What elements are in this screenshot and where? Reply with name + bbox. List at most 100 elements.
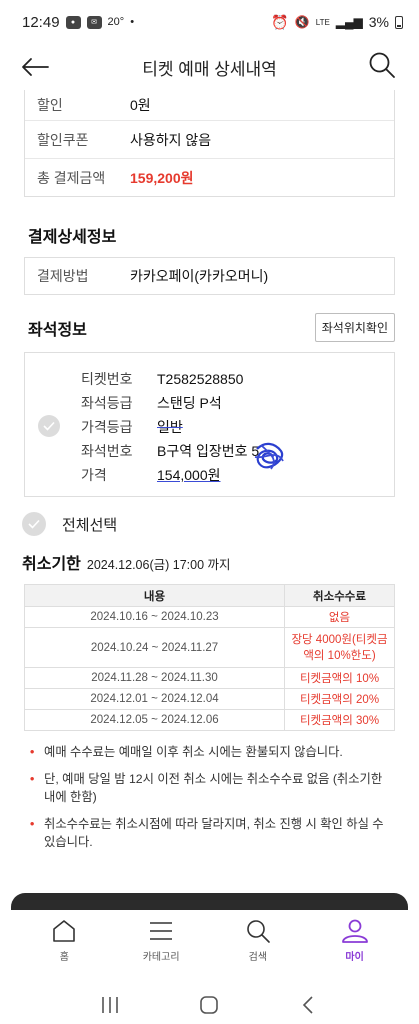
tab-home-label: 홈	[59, 952, 69, 963]
status-dot: •	[130, 16, 135, 28]
system-nav-bar	[0, 985, 419, 1024]
redaction-scribble	[254, 442, 284, 470]
status-temperature: 20°	[107, 16, 125, 28]
price-grade-value: 일반	[157, 419, 183, 435]
arrow-left-icon	[22, 58, 49, 76]
tab-category-label: 카테고리	[142, 952, 180, 963]
period-cell: 2024.12.01 ~ 2024.12.04	[24, 688, 285, 710]
cancel-deadline: 취소기한 2024.12.06(금) 17:00 까지	[22, 550, 397, 574]
app-header: 티켓 예매 상세내역	[0, 44, 419, 90]
seat-number-label: 좌석번호	[81, 443, 133, 459]
cancel-fee-table: 내용 취소수수료 2024.10.16 ~ 2024.10.23 없음 2024…	[24, 584, 395, 731]
status-network: LTE	[315, 17, 330, 27]
price-row: 가격 154,000원	[81, 463, 259, 487]
page-title: 티켓 예매 상세내역	[142, 59, 277, 79]
coupon-row: 할인쿠폰 사용하지 않음	[25, 120, 394, 158]
fee-cell: 없음	[284, 606, 395, 628]
search-icon	[247, 920, 270, 943]
seat-grade-row: 좌석등급 스탠딩 P석	[81, 391, 259, 415]
tab-search[interactable]: 검색	[223, 918, 293, 972]
notice-item: 예매 수수료는 예매일 이후 취소 시에는 환불되지 않습니다.	[30, 743, 395, 761]
fee-cell: 티켓금액의 30%	[284, 709, 395, 731]
back-nav-icon[interactable]	[298, 994, 320, 1016]
home-icon	[53, 920, 76, 942]
mute-icon: 🔇	[294, 15, 310, 29]
price-label: 가격	[81, 467, 107, 483]
seat-details: 티켓번호 T2582528850 좌석등급 스탠딩 P석 가격등급 일반 좌석번…	[81, 367, 259, 487]
col-header-fee: 취소수수료	[284, 584, 395, 607]
menu-icon	[150, 922, 173, 940]
payment-method-value: 카카오페이(카카오머니)	[130, 268, 269, 284]
message-icon: ✉	[86, 15, 102, 29]
payment-method-row: 결제방법 카카오페이(카카오머니)	[25, 258, 394, 294]
table-row: 2024.12.05 ~ 2024.12.06 티켓금액의 30%	[24, 709, 395, 731]
seat-grade-label: 좌석등급	[81, 395, 133, 411]
payment-detail-title: 결제상세정보	[28, 229, 117, 246]
person-icon	[341, 919, 368, 943]
table-header-row: 내용 취소수수료	[24, 584, 395, 607]
tab-category[interactable]: 카테고리	[126, 918, 196, 972]
signal-icon: ▂▄▆	[335, 15, 363, 29]
ticket-number-row: 티켓번호 T2582528850	[81, 367, 259, 391]
cancel-deadline-label: 취소기한	[22, 556, 81, 573]
price-grade-row: 가격등급 일반	[81, 415, 259, 439]
coupon-value: 사용하지 않음	[130, 131, 212, 148]
select-all-row[interactable]: 전체선택	[22, 512, 397, 536]
home-nav-icon[interactable]	[198, 994, 220, 1016]
seat-info-header: 좌석정보 좌석위치확인	[28, 313, 395, 342]
seat-select-checkbox[interactable]	[38, 415, 60, 437]
fee-cell: 장당 4000원(티켓금액의 10%한도)	[284, 627, 395, 668]
bottom-tab-bar: 홈 카테고리 검색 마이	[0, 910, 419, 972]
period-cell: 2024.10.16 ~ 2024.10.23	[24, 606, 285, 628]
fee-cell: 티켓금액의 10%	[284, 667, 395, 689]
back-button[interactable]	[20, 52, 52, 82]
col-header-period: 내용	[24, 584, 285, 607]
cancel-deadline-value: 2024.12.06(금) 17:00 까지	[86, 558, 231, 572]
fee-cell: 티켓금액의 20%	[284, 688, 395, 710]
price-value: 154,000원	[157, 467, 221, 483]
total-amount-row: 총 결제금액 159,200원	[25, 158, 394, 196]
table-row: 2024.12.01 ~ 2024.12.04 티켓금액의 20%	[24, 688, 395, 710]
page-content: 할인 0원 할인쿠폰 사용하지 않음 총 결제금액 159,200원 결제상세정…	[0, 90, 419, 860]
table-row: 2024.10.24 ~ 2024.11.27 장당 4000원(티켓금액의 1…	[24, 627, 395, 668]
status-time: 12:49	[22, 13, 60, 31]
notice-item: 취소수수료는 취소시점에 따라 달라지며, 취소 진행 시 확인 하실 수 있습…	[30, 815, 395, 851]
discount-value: 0원	[130, 97, 151, 113]
seat-location-button[interactable]: 좌석위치확인	[314, 313, 395, 342]
status-battery: 3%	[368, 14, 389, 30]
price-grade-label: 가격등급	[81, 419, 133, 435]
seat-number-row: 좌석번호 B구역 입장번호 5	[81, 439, 259, 463]
seat-info-box: 티켓번호 T2582528850 좌석등급 스탠딩 P석 가격등급 일반 좌석번…	[24, 352, 395, 497]
payment-method-label: 결제방법	[37, 268, 89, 284]
period-cell: 2024.11.28 ~ 2024.11.30	[24, 667, 285, 689]
check-icon	[43, 421, 55, 431]
seat-number-value: B구역 입장번호 5	[157, 443, 260, 459]
total-amount-label: 총 결제금액	[37, 169, 106, 186]
notice-list: 예매 수수료는 예매일 이후 취소 시에는 환불되지 않습니다. 단, 예매 당…	[30, 743, 395, 851]
ticket-number-value: T2582528850	[157, 371, 244, 387]
discount-label: 할인	[37, 97, 63, 113]
recent-apps-icon[interactable]	[99, 995, 121, 1015]
select-all-label: 전체선택	[62, 516, 118, 534]
payment-method-box: 결제방법 카카오페이(카카오머니)	[24, 257, 395, 295]
tab-my-label: 마이	[345, 952, 364, 963]
seat-info-title: 좌석정보	[28, 321, 87, 339]
talk-icon: ●	[65, 15, 81, 29]
table-row: 2024.10.16 ~ 2024.10.23 없음	[24, 606, 395, 628]
total-amount-value: 159,200원	[130, 169, 194, 186]
select-all-checkbox[interactable]	[22, 512, 46, 536]
table-row: 2024.11.28 ~ 2024.11.30 티켓금액의 10%	[24, 667, 395, 689]
battery-icon	[395, 15, 403, 29]
search-icon	[369, 52, 395, 78]
tab-search-label: 검색	[248, 952, 268, 963]
header-search-button[interactable]	[367, 50, 399, 82]
period-cell: 2024.12.05 ~ 2024.12.06	[24, 709, 285, 731]
payment-summary-box: 할인 0원 할인쿠폰 사용하지 않음 총 결제금액 159,200원	[24, 90, 395, 197]
notice-item: 단, 예매 당일 밤 12시 이전 취소 시에는 취소수수료 없음 (취소기한 …	[30, 770, 395, 806]
status-bar: 12:49 ● ✉ 20° • ⏰ 🔇 LTE ▂▄▆ 3%	[0, 0, 419, 44]
ticket-number-label: 티켓번호	[81, 371, 133, 387]
tab-my[interactable]: 마이	[320, 918, 390, 972]
tab-home[interactable]: 홈	[29, 918, 99, 972]
seat-grade-value: 스탠딩 P석	[157, 395, 222, 411]
period-cell: 2024.10.24 ~ 2024.11.27	[24, 627, 285, 668]
